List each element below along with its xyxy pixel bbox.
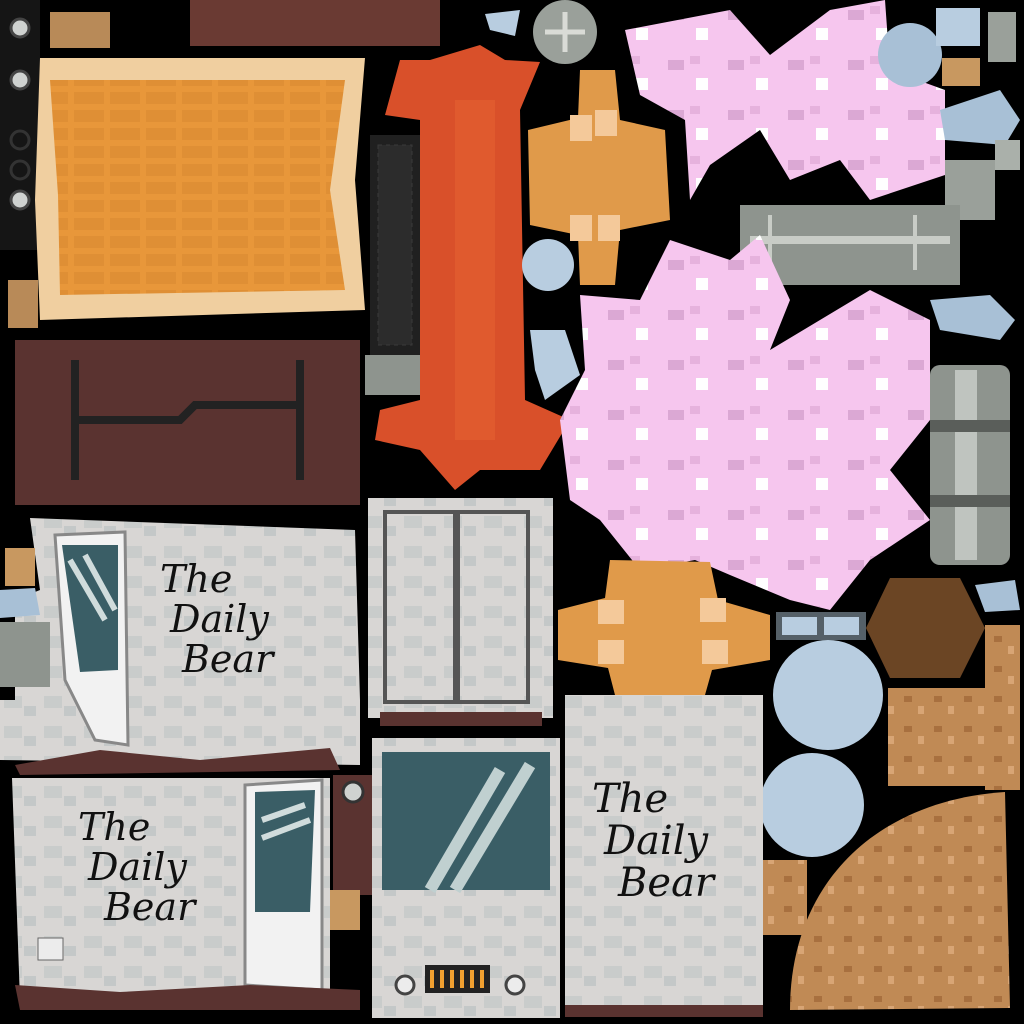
metal-bit <box>365 355 425 395</box>
sign-the-daily-bear-3: The Daily Bear <box>592 778 714 904</box>
van-front <box>372 738 560 1018</box>
sign-line-1: The <box>78 805 151 849</box>
brown-door-panel <box>15 340 360 505</box>
van-rear-doors <box>368 498 553 726</box>
sand-block <box>888 688 993 786</box>
sign-line-2: Daily <box>170 596 269 641</box>
sand-chip <box>942 58 980 86</box>
texture-atlas: The Daily Bear The Daily Bear The Daily … <box>0 0 1024 1024</box>
window-tile <box>988 12 1016 62</box>
grey-tank <box>930 295 1015 565</box>
grille-inner <box>377 144 413 346</box>
cardboard-panel <box>35 58 365 320</box>
goggles-strip <box>776 612 866 640</box>
glass-pipe <box>940 90 1020 145</box>
sign-line-3: Bear <box>618 860 715 906</box>
pink-fluff-main <box>560 235 930 610</box>
tan-chip <box>50 12 110 48</box>
mirror-strip <box>330 775 373 930</box>
sign-line-2: Daily <box>604 818 709 864</box>
metal-chip <box>0 622 50 687</box>
orange-bottle-piece <box>558 560 770 695</box>
sign-the-daily-bear-1: The Daily Bear <box>160 557 274 681</box>
brown-hexagon <box>866 578 985 678</box>
sign-the-daily-bear-2: The Daily Bear <box>78 805 196 929</box>
glass-square <box>936 8 980 46</box>
sign-line-3: Bear <box>182 636 274 681</box>
brown-top-bar <box>190 0 440 46</box>
glass-bubble-1 <box>773 640 883 750</box>
glass-shard <box>485 10 520 36</box>
glass-disc <box>878 23 942 87</box>
sign-line-2: Daily <box>88 844 187 889</box>
sand-chip-2 <box>762 860 807 935</box>
glass-shard-2 <box>530 330 580 400</box>
tan-chip-2 <box>8 280 38 328</box>
sand-chip-3 <box>5 548 35 586</box>
sand-strip <box>985 625 1020 790</box>
sign-line-1: The <box>592 776 669 822</box>
glass-shard-4 <box>0 588 40 618</box>
sign-line-3: Bear <box>104 884 196 929</box>
glass-shard-3 <box>975 580 1020 612</box>
glass-dome-small <box>522 239 574 291</box>
screw-strip <box>0 0 40 250</box>
sign-line-1: The <box>160 557 233 601</box>
metal-tile <box>995 140 1020 170</box>
glass-bubble-2 <box>760 753 864 857</box>
